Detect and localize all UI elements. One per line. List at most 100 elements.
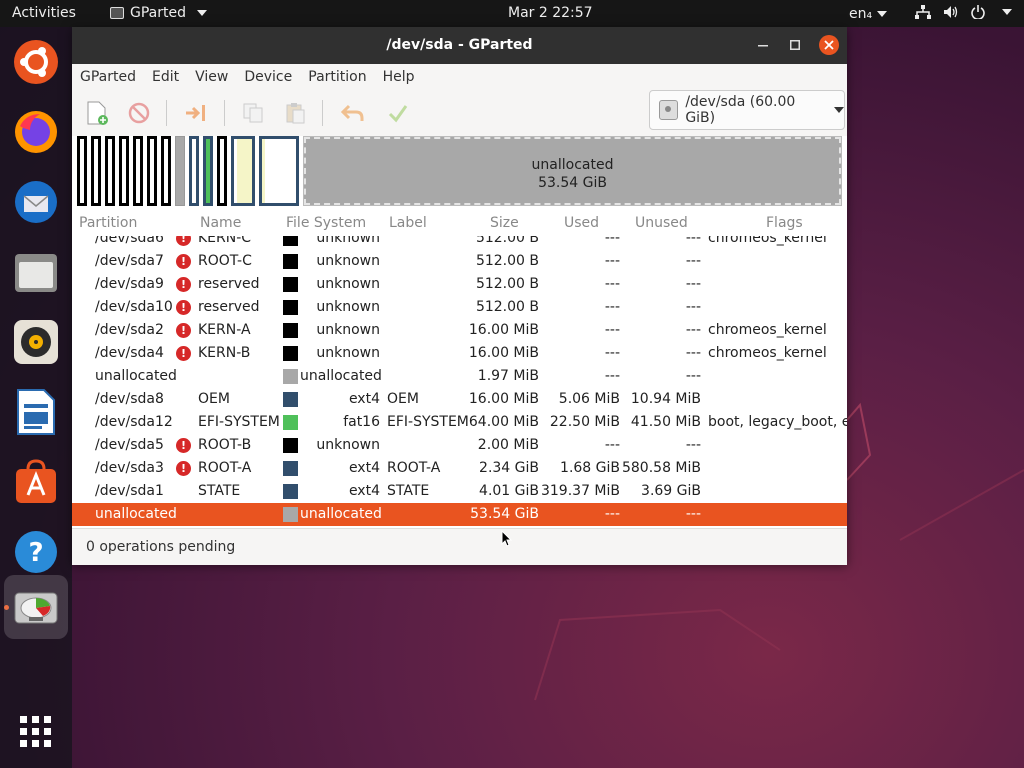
svg-text:?: ? xyxy=(28,538,43,568)
partition-segment[interactable] xyxy=(105,136,115,206)
show-applications-button[interactable] xyxy=(11,707,61,757)
partition-segment-unallocated-selected[interactable]: unallocated 53.54 GiB xyxy=(303,136,842,206)
toolbar-separator xyxy=(322,100,323,126)
menu-partition[interactable]: Partition xyxy=(300,69,374,85)
column-header-used[interactable]: Used xyxy=(564,215,599,231)
cell-label: ROOT-A xyxy=(387,460,441,476)
cell-used: --- xyxy=(604,299,620,315)
cell-partition: /dev/sda12 xyxy=(95,414,173,430)
table-row[interactable]: /dev/sda6! KERN-C unknown 512.00 B --- --- chr… xyxy=(72,236,847,250)
clock[interactable]: Mar 2 22:57 xyxy=(508,5,593,21)
partition-segment-unallocated[interactable] xyxy=(175,136,185,206)
partition-segment[interactable] xyxy=(189,136,199,206)
table-row[interactable]: /dev/sda12 EFI-SYSTEM fat16 EFI-SYSTEM 64.00… xyxy=(72,411,847,434)
cell-unused: --- xyxy=(685,506,701,522)
resize-move-button[interactable] xyxy=(180,98,212,128)
cell-name: reserved xyxy=(198,299,260,315)
column-header-flags[interactable]: Flags xyxy=(766,215,803,231)
cell-file-system: ext4 xyxy=(348,391,380,407)
partition-segment[interactable] xyxy=(161,136,171,206)
device-selector[interactable]: /dev/sda (60.00 GiB) xyxy=(649,90,845,130)
app-menu[interactable]: GParted xyxy=(110,5,207,21)
title-bar[interactable]: /dev/sda - GParted xyxy=(72,27,847,64)
menu-view[interactable]: View xyxy=(187,69,236,85)
warning-icon: ! xyxy=(176,461,191,476)
apply-checkmark-icon xyxy=(388,105,408,123)
column-header-name[interactable]: Name xyxy=(200,215,241,231)
cell-name: STATE xyxy=(198,483,241,499)
table-row[interactable]: /dev/sda9! reserved unknown 512.00 B --- --- xyxy=(72,273,847,296)
filesystem-color-swatch xyxy=(283,323,298,338)
menu-edit[interactable]: Edit xyxy=(144,69,187,85)
minimize-button[interactable] xyxy=(753,35,773,55)
cell-file-system: ext4 xyxy=(348,460,380,476)
activities-button[interactable]: Activities xyxy=(12,5,76,21)
menu-bar: GParted Edit View Device Partition Help xyxy=(72,64,847,90)
warning-icon: ! xyxy=(176,300,191,315)
close-button[interactable] xyxy=(819,35,839,55)
delete-button[interactable] xyxy=(123,98,155,128)
table-row[interactable]: unallocated unallocated 53.54 GiB --- --- xyxy=(72,503,847,526)
partition-segment[interactable] xyxy=(119,136,129,206)
column-header-size[interactable]: Size xyxy=(490,215,519,231)
table-row[interactable]: /dev/sda4! KERN-B unknown 16.00 MiB --- --- ch… xyxy=(72,342,847,365)
dock-libreoffice-writer[interactable] xyxy=(11,387,61,437)
new-partition-button[interactable] xyxy=(81,98,113,128)
partition-segment[interactable] xyxy=(77,136,87,206)
apply-button[interactable] xyxy=(382,98,414,128)
column-header-unused[interactable]: Unused xyxy=(635,215,688,231)
paste-button[interactable] xyxy=(279,98,311,128)
maximize-button[interactable] xyxy=(785,35,805,55)
table-row[interactable]: /dev/sda3! ROOT-A ext4 ROOT-A 2.34 GiB 1.68 G… xyxy=(72,457,847,480)
dock-ubuntu-software-center[interactable] xyxy=(11,37,61,87)
dock-gparted[interactable] xyxy=(4,575,68,639)
dock-ubuntu-software[interactable] xyxy=(11,457,61,507)
table-row[interactable]: unallocated unallocated 1.97 MiB --- --- xyxy=(72,365,847,388)
table-row[interactable]: /dev/sda8 OEM ext4 OEM 16.00 MiB 5.06 MiB 10.9… xyxy=(72,388,847,411)
dock-firefox[interactable] xyxy=(11,107,61,157)
cell-unused: 3.69 GiB xyxy=(641,483,701,499)
warning-icon: ! xyxy=(176,438,191,453)
language-indicator[interactable]: en₄ xyxy=(849,6,888,22)
network-icon xyxy=(915,5,931,19)
cell-label: EFI-SYSTEM xyxy=(387,414,469,430)
unallocated-size: 53.54 GiB xyxy=(538,175,607,191)
table-row[interactable]: /dev/sda7! ROOT-C unknown 512.00 B --- --- xyxy=(72,250,847,273)
cell-file-system: unknown xyxy=(316,253,380,269)
table-row[interactable]: /dev/sda10! reserved unknown 512.00 B --- --- xyxy=(72,296,847,319)
menu-device[interactable]: Device xyxy=(236,69,300,85)
cell-unused: 580.58 MiB xyxy=(621,460,701,476)
menu-gparted[interactable]: GParted xyxy=(72,69,144,85)
partition-segment[interactable] xyxy=(91,136,101,206)
table-row[interactable]: /dev/sda1 STATE ext4 STATE 4.01 GiB 319.37 Mi… xyxy=(72,480,847,503)
menu-help[interactable]: Help xyxy=(375,69,423,85)
cell-used: 319.37 MiB xyxy=(540,483,620,499)
partition-segment[interactable] xyxy=(231,136,255,206)
cell-size: 16.00 MiB xyxy=(468,345,539,361)
column-header-label[interactable]: Label xyxy=(389,215,427,231)
filesystem-color-swatch xyxy=(283,461,298,476)
table-row[interactable]: /dev/sda2! KERN-A unknown 16.00 MiB --- --- ch… xyxy=(72,319,847,342)
cell-unused: --- xyxy=(685,236,701,246)
undo-button[interactable] xyxy=(337,98,369,128)
gparted-app-icon xyxy=(110,7,124,19)
dock-help[interactable]: ? xyxy=(11,527,61,577)
table-row[interactable]: /dev/sda5! ROOT-B unknown 2.00 MiB --- --- xyxy=(72,434,847,457)
cell-size: 512.00 B xyxy=(475,276,539,292)
partition-segment[interactable] xyxy=(203,136,213,206)
cell-partition: unallocated xyxy=(95,368,177,384)
filesystem-color-swatch xyxy=(283,277,298,292)
column-header-file-system[interactable]: File System xyxy=(286,215,366,231)
dock-thunderbird[interactable] xyxy=(11,177,61,227)
copy-button[interactable] xyxy=(237,98,269,128)
system-menu[interactable] xyxy=(915,5,1012,19)
partition-segment[interactable] xyxy=(133,136,143,206)
partition-segment[interactable] xyxy=(217,136,227,206)
column-header-partition[interactable]: Partition xyxy=(79,215,137,231)
dock-files[interactable] xyxy=(11,247,61,297)
chevron-down-icon xyxy=(834,107,844,113)
undo-icon xyxy=(341,104,364,121)
dock-rhythmbox[interactable] xyxy=(11,317,61,367)
partition-segment[interactable] xyxy=(147,136,157,206)
partition-segment[interactable] xyxy=(259,136,299,206)
